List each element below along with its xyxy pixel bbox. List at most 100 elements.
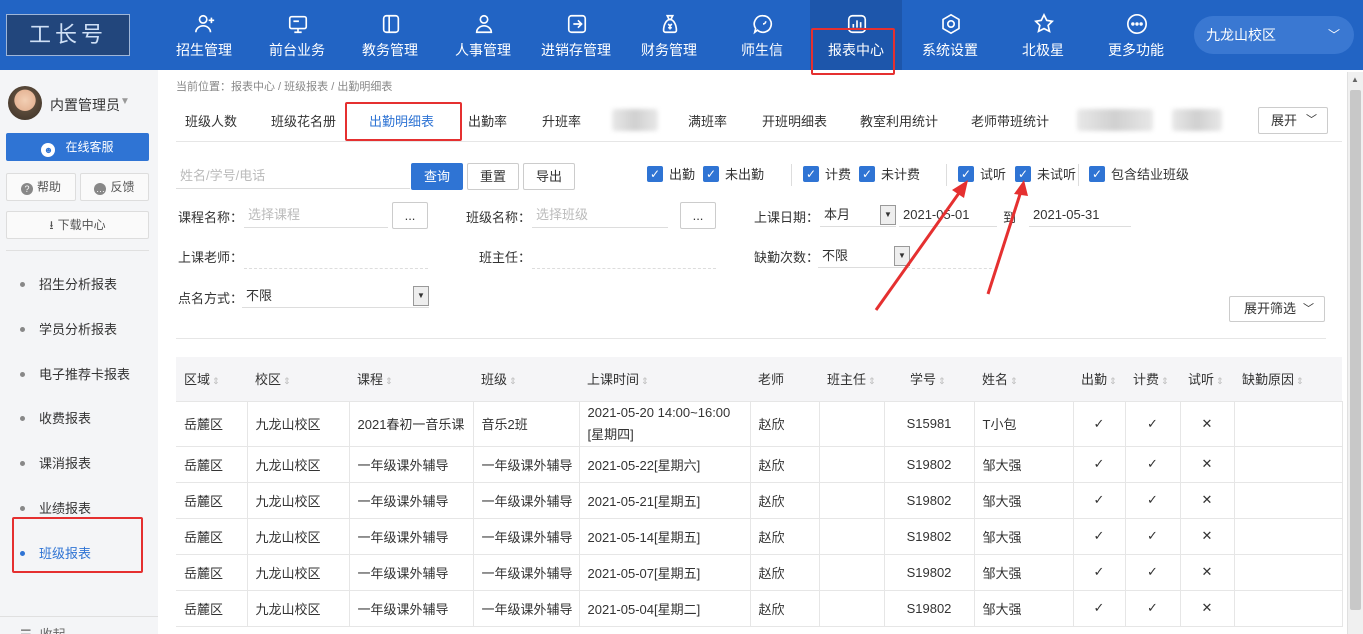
absence-select[interactable]: 不限 ▼ bbox=[818, 244, 910, 268]
date-mode-select[interactable]: 本月 ▼ bbox=[820, 203, 896, 227]
head-teacher-input[interactable] bbox=[532, 243, 716, 269]
tab-roster[interactable]: 班级花名册 bbox=[271, 111, 336, 130]
export-button[interactable]: 导出 bbox=[523, 163, 575, 190]
checkbox-unbilled[interactable]: ✓ 未计费 bbox=[859, 166, 920, 184]
sidebar-item-label: 业绩报表 bbox=[39, 501, 92, 516]
column-header[interactable]: 区域 ⇕ bbox=[176, 357, 247, 402]
nav-academic[interactable]: 教务管理 bbox=[344, 0, 436, 70]
course-input[interactable] bbox=[244, 202, 388, 228]
sidebar-collapse[interactable]: ☰ 收起 bbox=[20, 624, 66, 634]
table-row[interactable]: 岳麓区 九龙山校区 2021春初一音乐课 音乐2班 2021-05-20 14:00~1… bbox=[176, 401, 1343, 447]
absence-label: 缺勤次数： bbox=[754, 250, 820, 265]
bullet-icon bbox=[20, 282, 25, 287]
online-service-label: 在线客服 bbox=[65, 140, 114, 154]
column-header[interactable]: 计费 ⇕ bbox=[1125, 357, 1180, 402]
tab-class-size[interactable]: 班级人数 bbox=[185, 111, 237, 130]
checkbox-include-graduated[interactable]: ✓ 包含结业班级 bbox=[1089, 166, 1189, 184]
feedback-button[interactable]: … 反馈 bbox=[80, 173, 149, 201]
online-service-button[interactable]: ☻ 在线客服 bbox=[6, 133, 149, 161]
column-header[interactable]: 班主任 ⇕ bbox=[819, 357, 884, 402]
download-center-button[interactable]: ⭳ 下载中心 bbox=[6, 211, 149, 239]
table-row[interactable]: 岳麓区 九龙山校区 一年级课外辅导 一年级课外辅导 2021-05-14[星期五] 赵欣 S… bbox=[176, 518, 1343, 555]
date-from-input[interactable]: 2021-05-01 bbox=[899, 203, 997, 227]
sidebar-item-consumption-report[interactable]: 课消报表 bbox=[20, 453, 91, 472]
tab-class-open-detail[interactable]: 开班明细表 bbox=[762, 111, 827, 130]
nav-hr[interactable]: 人事管理 bbox=[437, 0, 529, 70]
table-row[interactable]: 岳麓区 九龙山校区 一年级课外辅导 一年级课外辅导 2021-05-07[星期五] 赵欣 S… bbox=[176, 554, 1343, 591]
sidebar-item-label: 收费报表 bbox=[39, 411, 92, 426]
tabs-expand-button[interactable]: 展开 ﹀ bbox=[1258, 107, 1328, 134]
nav-report-center[interactable]: 报表中心 bbox=[810, 0, 902, 70]
nav-more[interactable]: 更多功能 bbox=[1090, 0, 1182, 70]
column-header[interactable]: 课程 ⇕ bbox=[349, 357, 473, 402]
column-header[interactable]: 上课时间 ⇕ bbox=[579, 357, 750, 402]
nav-finance[interactable]: 财务管理 bbox=[623, 0, 715, 70]
table-cell: 岳麓区 bbox=[176, 482, 248, 519]
checkbox-attended[interactable]: ✓ 出勤 bbox=[647, 166, 695, 184]
reset-button[interactable]: 重置 bbox=[467, 163, 519, 190]
query-button[interactable]: 查询 bbox=[411, 163, 463, 190]
column-header[interactable]: 学号 ⇕ bbox=[884, 357, 974, 402]
column-header[interactable]: 姓名 ⇕ bbox=[974, 357, 1073, 402]
check-icon: ✓ bbox=[859, 166, 875, 182]
tab-promotion-rate[interactable]: 升班率 bbox=[542, 111, 581, 130]
sidebar-item-label: 电子推荐卡报表 bbox=[39, 367, 131, 382]
sidebar-item-enrollment-report[interactable]: 招生分析报表 bbox=[20, 274, 117, 293]
checkbox-trial[interactable]: ✓ 试听 bbox=[958, 166, 1006, 184]
sidebar-item-performance-report[interactable]: 业绩报表 bbox=[20, 498, 91, 517]
table-row[interactable]: 岳麓区 九龙山校区 一年级课外辅导 一年级课外辅导 2021-05-21[星期五] 赵欣 S… bbox=[176, 482, 1343, 519]
user-name[interactable]: 内置管理员 bbox=[50, 95, 120, 115]
tab-attendance-rate[interactable]: 出勤率 bbox=[468, 111, 507, 130]
column-header[interactable]: 班级 ⇕ bbox=[473, 357, 579, 402]
divider bbox=[791, 164, 792, 186]
table-cell bbox=[1234, 590, 1343, 627]
sidebar-item-class-report[interactable]: 班级报表 bbox=[20, 543, 91, 562]
table-row[interactable]: 岳麓区 九龙山校区 一年级课外辅导 一年级课外辅导 2021-05-04[星期二] 赵欣 S… bbox=[176, 590, 1343, 627]
column-header[interactable]: 缺勤原因 ⇕ bbox=[1234, 357, 1342, 402]
date-to-input[interactable]: 2021-05-31 bbox=[1029, 203, 1131, 227]
checkbox-absent[interactable]: ✓ 未出勤 bbox=[703, 166, 764, 184]
avatar[interactable] bbox=[8, 86, 42, 120]
checkbox-billed[interactable]: ✓ 计费 bbox=[803, 166, 851, 184]
column-header[interactable]: 出勤 ⇕ bbox=[1073, 357, 1125, 402]
date-label: 上课日期： bbox=[754, 210, 820, 225]
nav-front-desk[interactable]: 前台业务 bbox=[251, 0, 343, 70]
tab-full-class-rate[interactable]: 满班率 bbox=[688, 111, 727, 130]
scrollbar-thumb[interactable] bbox=[1350, 90, 1361, 610]
sidebar-item-payment-report[interactable]: 收费报表 bbox=[20, 408, 91, 427]
sidebar-item-referral-card-report[interactable]: 电子推荐卡报表 bbox=[20, 364, 130, 383]
checkbox-non-trial[interactable]: ✓ 未试听 bbox=[1015, 166, 1076, 184]
nav-label: 系统设置 bbox=[922, 42, 978, 58]
table-cell: ✓ bbox=[1125, 482, 1181, 519]
rollcall-select[interactable]: 不限 ▼ bbox=[242, 284, 429, 308]
tab-attendance-detail[interactable]: 出勤明细表 bbox=[369, 111, 434, 130]
scroll-up-icon[interactable]: ▲ bbox=[1351, 75, 1359, 84]
nav-enrollment[interactable]: 招生管理 bbox=[158, 0, 250, 70]
table-cell: ✕ bbox=[1180, 401, 1235, 447]
sort-icon: ⇕ bbox=[212, 376, 220, 387]
sort-icon: ⇕ bbox=[283, 376, 291, 387]
course-picker-button[interactable]: ... bbox=[392, 202, 428, 229]
caret-down-icon[interactable]: ▼ bbox=[120, 96, 130, 107]
vertical-scrollbar[interactable]: ▲ bbox=[1347, 72, 1363, 634]
nav-polaris[interactable]: 北极星 bbox=[997, 0, 1089, 70]
nav-inventory[interactable]: 进销存管理 bbox=[530, 0, 622, 70]
blurred-tab bbox=[612, 109, 658, 131]
campus-selector[interactable]: 九龙山校区 ﹀ bbox=[1194, 16, 1354, 54]
column-header[interactable]: 校区 ⇕ bbox=[247, 357, 349, 402]
class-input[interactable] bbox=[532, 202, 668, 228]
tab-classroom-usage[interactable]: 教室利用统计 bbox=[860, 111, 938, 130]
tab-teacher-class-stats[interactable]: 老师带班统计 bbox=[971, 111, 1049, 130]
table-row[interactable]: 岳麓区 九龙山校区 一年级课外辅导 一年级课外辅导 2021-05-22[星期六] 赵欣 S… bbox=[176, 446, 1343, 483]
nav-settings[interactable]: 系统设置 bbox=[904, 0, 996, 70]
rollcall-label: 点名方式： bbox=[178, 291, 244, 306]
search-input[interactable] bbox=[176, 163, 410, 189]
nav-messages[interactable]: 师生信 bbox=[716, 0, 808, 70]
help-button[interactable]: ? 帮助 bbox=[6, 173, 76, 201]
checkbox-label: 计费 bbox=[825, 167, 852, 182]
class-picker-button[interactable]: ... bbox=[680, 202, 716, 229]
column-header[interactable]: 试听 ⇕ bbox=[1180, 357, 1234, 402]
teacher-input[interactable] bbox=[244, 243, 428, 269]
expand-filters-button[interactable]: 展开筛选 ﹀ bbox=[1229, 296, 1325, 322]
sidebar-item-student-report[interactable]: 学员分析报表 bbox=[20, 319, 117, 338]
